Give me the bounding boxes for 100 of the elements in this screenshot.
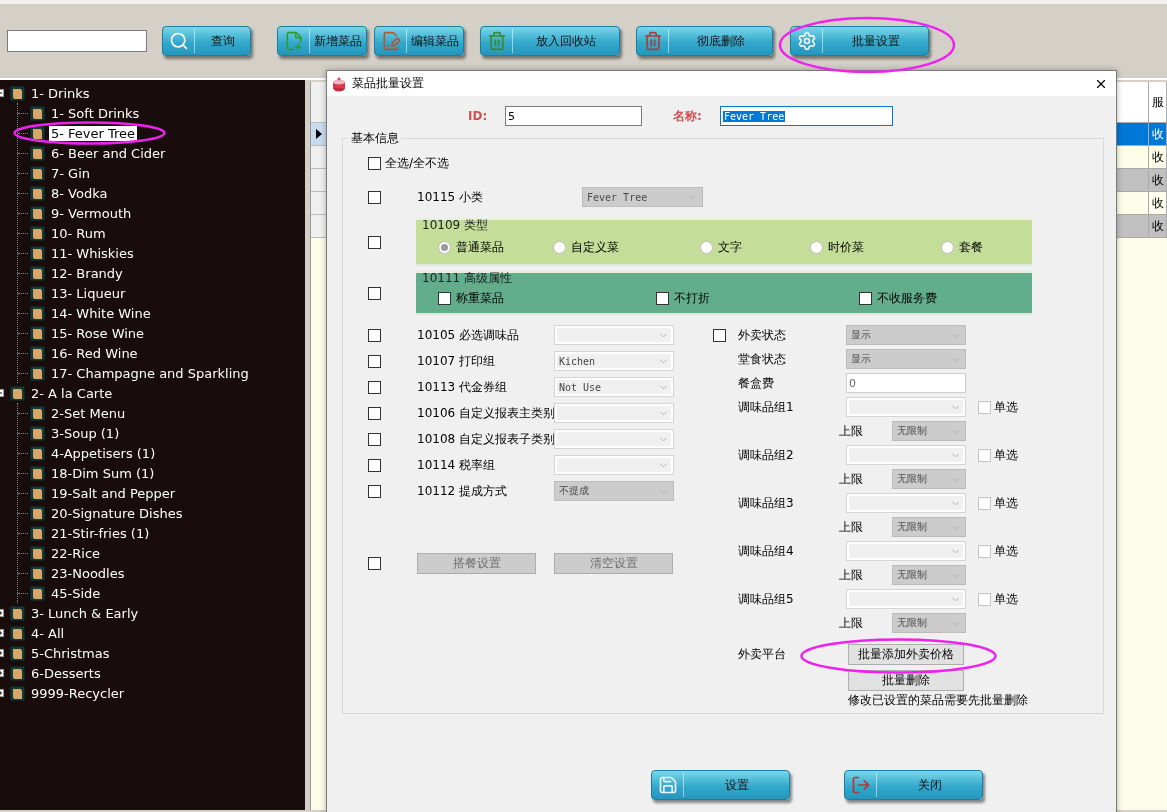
tree-item[interactable]: 23-Noodles	[49, 565, 127, 581]
tree-item[interactable]: 1- Drinks	[29, 85, 92, 101]
panel-title: 10111 高级属性	[422, 270, 512, 287]
toolbar-button[interactable]: 彻底删除	[636, 26, 773, 56]
dropdown-field[interactable]	[554, 455, 674, 475]
tree-item[interactable]: 11- Whiskies	[49, 245, 136, 261]
tree-item[interactable]: 19-Salt and Pepper	[49, 485, 178, 501]
dropdown-field[interactable]: Not Use	[554, 377, 674, 397]
tree-item[interactable]: 18-Dim Sum (1)	[49, 465, 157, 481]
field-label: 调味品组1	[738, 398, 795, 416]
box-fee-field[interactable]: 0	[846, 373, 966, 393]
toolbar-button[interactable]: 放入回收站	[480, 26, 620, 56]
folder-icon	[30, 565, 45, 581]
tree-item[interactable]: 6- Beer and Cider	[49, 145, 168, 161]
tree-item[interactable]: 12- Brandy	[49, 265, 125, 281]
dropdown-field[interactable]: 无限制	[892, 517, 966, 537]
tree-item[interactable]: 4- All	[29, 625, 67, 641]
tree-item[interactable]: 3-Soup (1)	[49, 425, 122, 441]
tree-item[interactable]: 3- Lunch & Early	[29, 605, 141, 621]
checkbox[interactable]	[368, 556, 381, 570]
checkbox[interactable]	[368, 380, 381, 394]
search-field[interactable]	[7, 30, 147, 52]
checkbox[interactable]	[438, 291, 451, 305]
folder-icon	[30, 485, 45, 501]
group-title: 基本信息	[349, 130, 401, 147]
dropdown-field[interactable]: 无限制	[892, 421, 966, 441]
tree-item[interactable]: 17- Champagne and Sparkling	[49, 365, 251, 381]
checkbox[interactable]	[368, 432, 381, 446]
dropdown-field[interactable]: 无限制	[892, 613, 966, 633]
dropdown-field[interactable]	[846, 493, 966, 513]
name-field[interactable]: Fever Tree	[720, 106, 893, 126]
toolbar-button[interactable]: 查询	[162, 26, 251, 56]
dropdown-field[interactable]: 无限制	[892, 565, 966, 585]
dropdown-field[interactable]	[554, 429, 674, 449]
field-label: 外卖平台	[738, 645, 787, 663]
dropdown-field[interactable]	[846, 541, 966, 561]
tree-item[interactable]: 2- A la Carte	[29, 385, 115, 401]
tree-item[interactable]: 8- Vodka	[49, 185, 110, 201]
radio-label: 时价菜	[828, 238, 864, 256]
tree-item[interactable]: 5-Christmas	[29, 645, 112, 661]
folder-icon	[30, 345, 45, 361]
toolbar-button[interactable]: 编辑菜品	[374, 26, 464, 56]
tree-item[interactable]: 9999-Recycler	[29, 685, 127, 701]
checkbox[interactable]	[368, 286, 381, 300]
checkbox-label: 单选	[994, 446, 1018, 464]
dropdown-field[interactable]	[846, 445, 966, 465]
checkbox[interactable]	[368, 235, 381, 249]
dropdown-field[interactable]: 无限制	[892, 469, 966, 489]
dropdown-field[interactable]	[846, 589, 966, 609]
tree-item[interactable]: 9- Vermouth	[49, 205, 134, 221]
tree-item[interactable]: 16- Red Wine	[49, 345, 140, 361]
row-header[interactable]	[311, 123, 327, 146]
tree-item[interactable]: 15- Rose Wine	[49, 325, 147, 341]
toolbar-button[interactable]: 新增菜品	[277, 26, 367, 56]
checkbox[interactable]	[368, 354, 381, 368]
radio-button[interactable]	[941, 240, 954, 254]
tree-item[interactable]: 13- Liqueur	[49, 285, 128, 301]
radio-button[interactable]	[553, 240, 566, 254]
checkbox[interactable]	[368, 328, 381, 342]
field-label: 10107 打印组	[417, 352, 496, 370]
toolbar-button[interactable]: 批量设置	[790, 26, 929, 56]
table-cell: 收	[1149, 215, 1167, 238]
tree-item[interactable]: 5- Fever Tree	[49, 125, 138, 141]
folder-icon	[10, 625, 25, 641]
checkbox[interactable]	[368, 458, 381, 472]
cake-icon	[332, 75, 346, 92]
id-field[interactable]: 5	[505, 106, 642, 126]
folder-icon	[30, 185, 45, 201]
radio-button[interactable]	[438, 240, 451, 254]
folder-icon	[10, 85, 25, 101]
checkbox[interactable]	[859, 291, 872, 305]
search-icon	[169, 31, 189, 51]
dialog-button[interactable]: 关闭	[844, 770, 983, 800]
tree-item[interactable]: 10- Rum	[49, 225, 108, 241]
add-takeaway-price-button[interactable]: 批量添加外卖价格	[848, 643, 964, 665]
field-label: 10113 代金券组	[417, 378, 508, 396]
field-label: 10112 提成方式	[417, 482, 508, 500]
tree-item[interactable]: 2-Set Menu	[49, 405, 128, 421]
tree-item[interactable]: 22-Rice	[49, 545, 103, 561]
dropdown-field[interactable]	[554, 325, 674, 345]
dropdown-field[interactable]	[846, 397, 966, 417]
tree-item[interactable]: 4-Appetisers (1)	[49, 445, 158, 461]
dialog-button[interactable]: 设置	[651, 770, 790, 800]
tree-item[interactable]: 21-Stir-fries (1)	[49, 525, 152, 541]
checkbox[interactable]	[368, 156, 381, 170]
tree-item[interactable]: 45-Side	[49, 585, 103, 601]
radio-button[interactable]	[810, 240, 823, 254]
radio-label: 套餐	[959, 238, 983, 256]
checkbox[interactable]	[368, 406, 381, 420]
note-text: 修改已设置的菜品需要先批量删除	[848, 691, 1028, 709]
tree-item[interactable]: 6-Desserts	[29, 665, 103, 681]
checkbox[interactable]	[656, 291, 669, 305]
dropdown-field[interactable]	[554, 403, 674, 423]
dropdown-field[interactable]: Kichen	[554, 351, 674, 371]
tree-item[interactable]: 1- Soft Drinks	[49, 105, 142, 121]
radio-button[interactable]	[700, 240, 713, 254]
tree-item[interactable]: 14- White Wine	[49, 305, 153, 321]
checkbox-label: 单选	[994, 542, 1018, 560]
tree-item[interactable]: 20-Signature Dishes	[49, 505, 185, 521]
tree-item[interactable]: 7- Gin	[49, 165, 93, 181]
